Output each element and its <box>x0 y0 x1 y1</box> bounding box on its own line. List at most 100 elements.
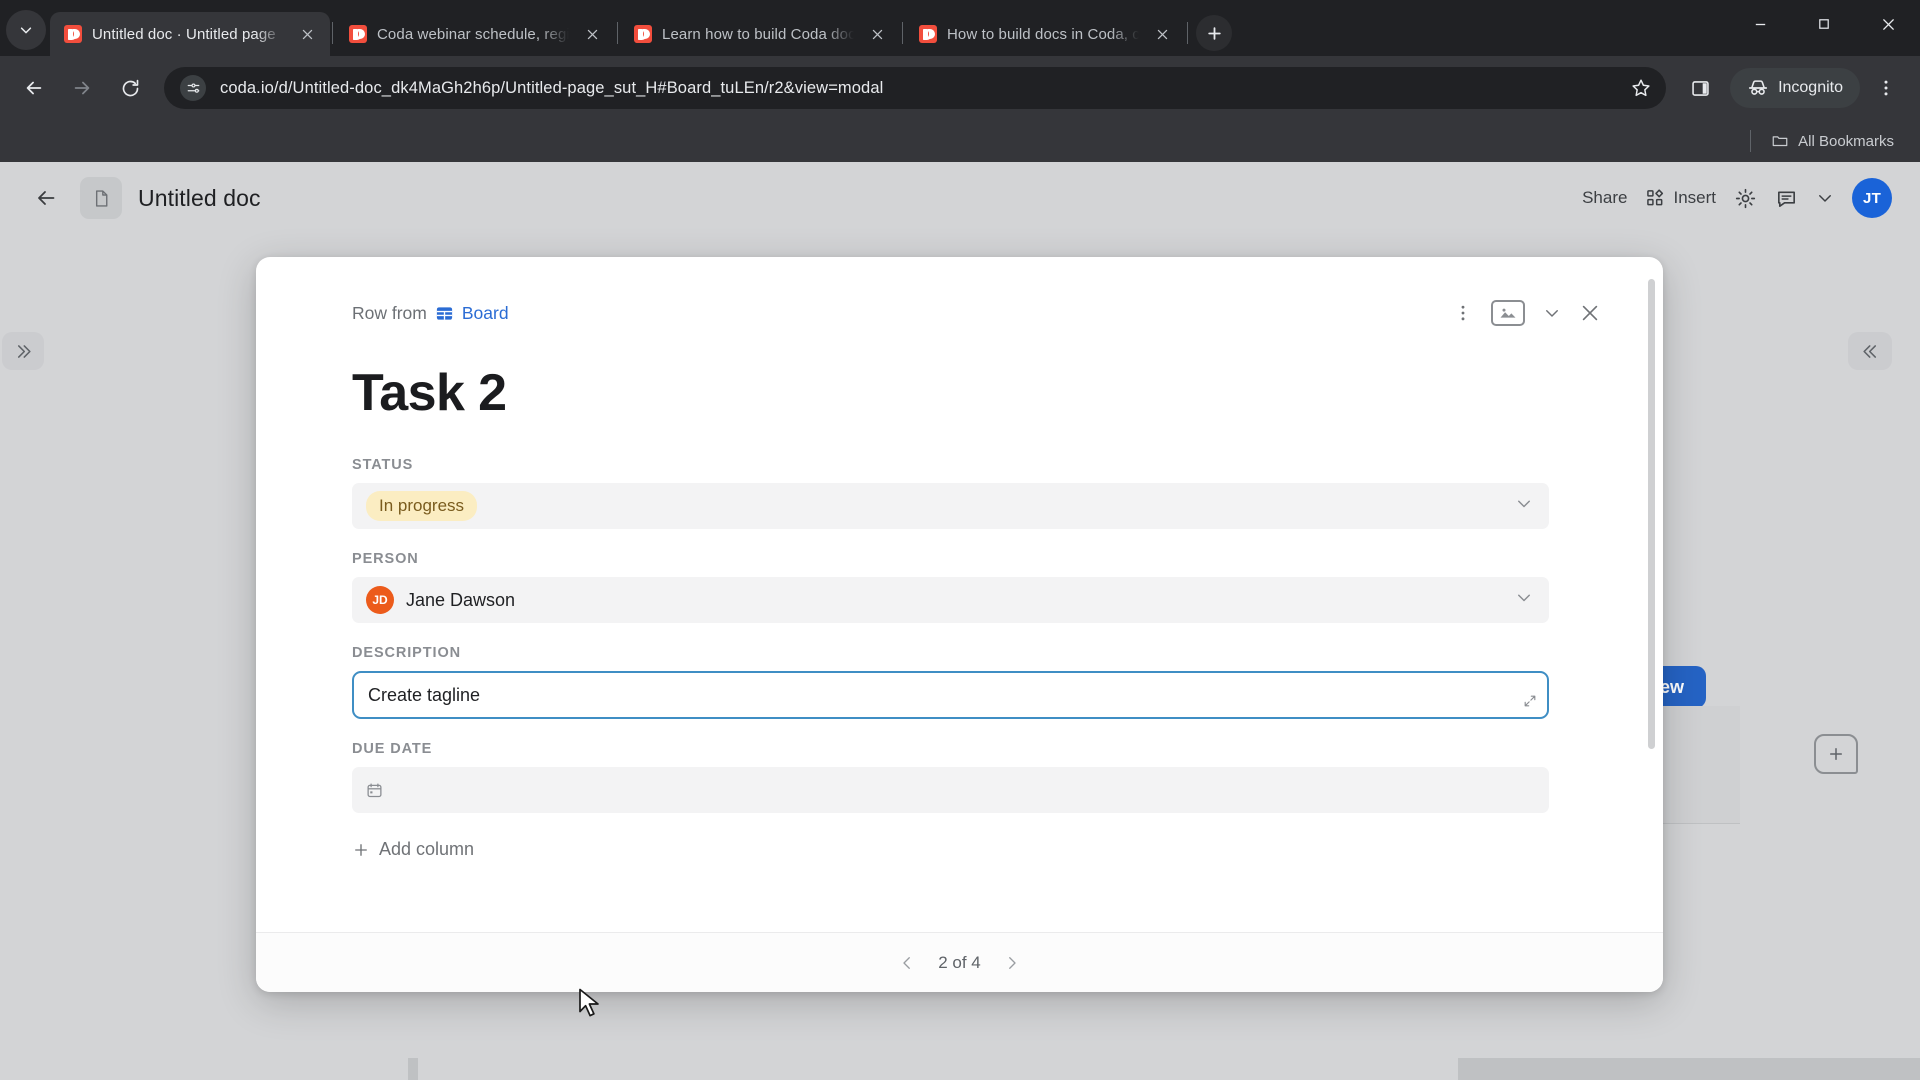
next-row-button[interactable] <box>1003 954 1021 972</box>
add-column-label: Add column <box>379 839 475 859</box>
modal-layout-button[interactable] <box>1491 300 1525 326</box>
tab-close-button[interactable] <box>294 21 320 47</box>
field-label-status: STATUS <box>352 457 414 473</box>
close-icon <box>1882 18 1894 30</box>
expand-icon[interactable] <box>1523 694 1537 713</box>
field-label-description: DESCRIPTION <box>352 645 461 661</box>
coda-app: Untitled doc Share Insert JT New Row fro… <box>0 162 1920 1080</box>
chevron-down-icon[interactable] <box>1515 495 1533 518</box>
reload-button[interactable] <box>108 66 152 110</box>
page-title[interactable]: Untitled doc <box>138 185 261 212</box>
back-arrow-icon <box>38 191 55 205</box>
close-icon <box>302 29 312 39</box>
field-description: DESCRIPTION Create tagline <box>352 645 1601 719</box>
bookmark-star-icon[interactable] <box>1630 77 1652 99</box>
horizontal-scrollbar[interactable] <box>0 1058 1920 1080</box>
window-maximize-button[interactable] <box>1792 0 1856 48</box>
folder-icon <box>1772 136 1788 147</box>
chevron-down-icon <box>1546 310 1558 317</box>
doc-header-actions: Share Insert JT <box>1582 178 1892 218</box>
modal-actions <box>1453 300 1601 326</box>
tab-strip: Untitled doc · Untitled page Coda webina… <box>0 0 1920 56</box>
browser-tab-0[interactable]: Untitled doc · Untitled page <box>50 12 330 56</box>
insert-button[interactable]: Insert <box>1645 188 1716 208</box>
tab-divider <box>332 22 333 44</box>
forward-button[interactable] <box>60 66 104 110</box>
chevron-left-icon <box>903 956 911 969</box>
add-comment-button[interactable] <box>1814 734 1858 774</box>
tab-close-button[interactable] <box>579 21 605 47</box>
side-panel-button[interactable] <box>1678 66 1722 110</box>
doc-back-button[interactable] <box>28 180 64 216</box>
comments-button[interactable] <box>1775 187 1798 210</box>
person-avatar: JD <box>366 586 394 614</box>
window-minimize-button[interactable] <box>1728 0 1792 48</box>
breadcrumb: Row from Board <box>352 303 509 324</box>
reload-icon <box>122 79 138 96</box>
all-bookmarks-button[interactable]: All Bookmarks <box>1763 128 1902 154</box>
scrollbar-thumb[interactable] <box>418 1058 1458 1080</box>
maximize-icon <box>1819 19 1829 29</box>
browser-tab-1[interactable]: Coda webinar schedule, registr <box>335 12 615 56</box>
chevron-down-icon <box>1819 195 1831 202</box>
plus-icon <box>1207 26 1221 40</box>
browser-tab-2[interactable]: Learn how to build Coda docs <box>620 12 900 56</box>
field-due-date: DUE DATE <box>352 741 1601 813</box>
chevron-down-icon[interactable] <box>1515 589 1533 612</box>
browser-window: Untitled doc · Untitled page Coda webina… <box>0 0 1920 1080</box>
all-bookmarks-label: All Bookmarks <box>1798 132 1894 150</box>
add-column-button[interactable]: Add column <box>352 839 1601 888</box>
field-label-person: PERSON <box>352 551 419 567</box>
back-button[interactable] <box>12 66 56 110</box>
share-button[interactable]: Share <box>1582 188 1627 208</box>
modal-scrollbar[interactable] <box>1648 279 1655 749</box>
collapse-panel-button[interactable] <box>1848 332 1892 370</box>
tab-search-button[interactable] <box>6 10 46 50</box>
chevron-down-icon <box>20 27 32 34</box>
browser-menu-button[interactable] <box>1864 66 1908 110</box>
address-bar[interactable]: coda.io/d/Untitled-doc_dk4MaGh2h6p/Untit… <box>164 67 1667 109</box>
chevrons-left-icon <box>1862 344 1876 358</box>
header-more-button[interactable] <box>1816 189 1834 207</box>
new-tab-button[interactable] <box>1196 15 1232 51</box>
status-badge: In progress <box>366 491 478 521</box>
plus-icon <box>1830 748 1842 760</box>
status-select[interactable]: In progress <box>352 483 1549 529</box>
field-person: PERSON JD Jane Dawson <box>352 551 1601 623</box>
modal-close-button[interactable] <box>1579 302 1601 324</box>
coda-favicon <box>634 25 652 43</box>
coda-doc-header: Untitled doc Share Insert JT <box>0 162 1920 234</box>
person-select[interactable]: JD Jane Dawson <box>352 577 1549 623</box>
modal-topbar: Row from Board <box>352 293 1601 333</box>
close-icon <box>872 29 882 39</box>
address-bar-url: coda.io/d/Untitled-doc_dk4MaGh2h6p/Untit… <box>220 78 884 97</box>
doc-settings-button[interactable] <box>1734 187 1757 210</box>
description-input[interactable]: Create tagline <box>352 671 1549 719</box>
incognito-label: Incognito <box>1778 79 1843 96</box>
calendar-glyph <box>367 782 382 797</box>
scrollbar-segment <box>0 1058 408 1080</box>
doc-page-icon <box>95 189 107 207</box>
person-name: Jane Dawson <box>406 589 516 610</box>
star-icon <box>1632 79 1650 97</box>
previous-row-button[interactable] <box>898 954 916 972</box>
minimize-icon <box>1755 23 1765 25</box>
modal-layout-chevron-button[interactable] <box>1543 304 1561 322</box>
expand-sidebar-button[interactable] <box>2 332 44 370</box>
tab-close-button[interactable] <box>1149 21 1175 47</box>
site-settings-icon[interactable] <box>180 75 206 101</box>
forward-arrow-icon <box>74 81 90 95</box>
table-grid-icon <box>436 306 452 320</box>
table-name-link[interactable]: Board <box>462 303 509 324</box>
browser-tab-3[interactable]: How to build docs in Coda, cre <box>905 12 1185 56</box>
row-title[interactable]: Task 2 <box>352 363 1601 423</box>
mouse-cursor <box>579 988 599 1017</box>
due-date-input[interactable] <box>352 767 1549 813</box>
tab-close-button[interactable] <box>864 21 890 47</box>
avatar[interactable]: JT <box>1852 178 1892 218</box>
window-close-button[interactable] <box>1856 0 1920 48</box>
incognito-indicator[interactable]: Incognito <box>1730 68 1860 108</box>
document-icon[interactable] <box>80 177 122 219</box>
modal-options-button[interactable] <box>1453 303 1473 323</box>
bookmarks-divider <box>1750 130 1752 152</box>
